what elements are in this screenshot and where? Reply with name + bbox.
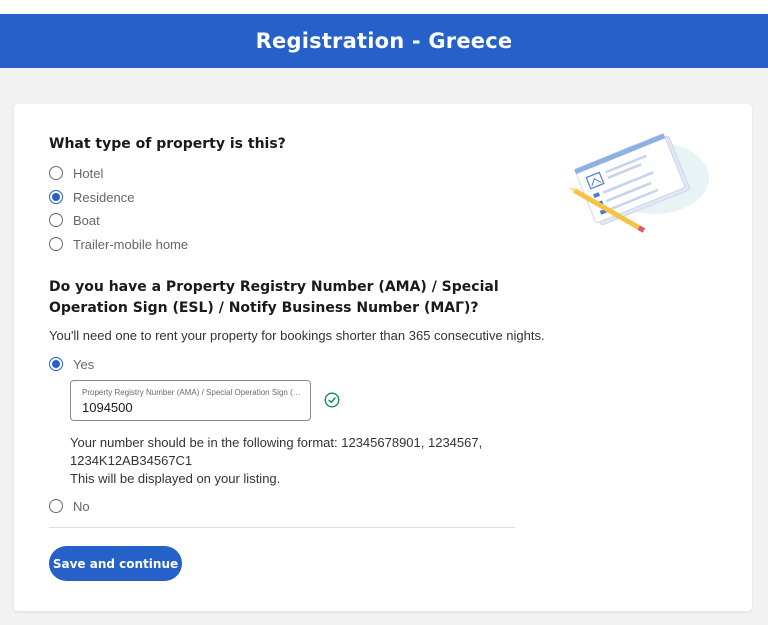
check-circle-icon xyxy=(324,392,340,408)
radio-option-no[interactable]: No xyxy=(49,497,90,515)
radio-button-selected[interactable] xyxy=(49,190,63,204)
radio-label: Trailer-mobile home xyxy=(73,236,189,252)
save-and-continue-button[interactable]: Save and continue xyxy=(49,546,182,581)
registry-number-input[interactable] xyxy=(82,400,302,415)
registration-card: What type of property is this? Hotel Res… xyxy=(14,104,752,611)
radio-label: Yes xyxy=(73,356,95,372)
radio-option-hotel[interactable]: Hotel xyxy=(49,164,103,182)
radio-option-trailer-mobile-home[interactable]: Trailer-mobile home xyxy=(49,235,188,253)
radio-option-residence[interactable]: Residence xyxy=(49,188,134,206)
page-title: Registration - Greece xyxy=(255,29,513,53)
radio-option-boat[interactable]: Boat xyxy=(49,211,100,229)
radio-button-selected[interactable] xyxy=(49,357,63,371)
format-hint-line: Your number should be in the following f… xyxy=(70,435,483,450)
radio-button[interactable] xyxy=(49,166,63,180)
property-type-question: What type of property is this? xyxy=(49,136,286,152)
registry-number-field-label: Property Registry Number (AMA) / Special… xyxy=(82,388,304,397)
registry-number-question: Do you have a Property Registry Number (… xyxy=(49,279,499,316)
radio-option-yes[interactable]: Yes xyxy=(49,355,94,373)
document-illustration xyxy=(568,133,709,233)
radio-button[interactable] xyxy=(49,499,63,513)
radio-label: Hotel xyxy=(73,165,104,181)
top-strip xyxy=(0,0,768,14)
format-hint: Your number should be in the following f… xyxy=(70,434,490,488)
listing-display-note: This will be displayed on your listing. xyxy=(70,471,281,486)
radio-label: No xyxy=(73,498,90,514)
registry-number-field[interactable]: Property Registry Number (AMA) / Special… xyxy=(70,380,311,421)
registry-helper-text: You'll need one to rent your property fo… xyxy=(49,328,545,343)
radio-button[interactable] xyxy=(49,213,63,227)
radio-label: Boat xyxy=(73,212,100,228)
page-header: Registration - Greece xyxy=(0,14,768,68)
radio-label: Residence xyxy=(73,189,135,205)
format-hint-example: 1234K12AB34567C1 xyxy=(70,453,193,468)
radio-button[interactable] xyxy=(49,237,63,251)
divider xyxy=(49,527,515,528)
